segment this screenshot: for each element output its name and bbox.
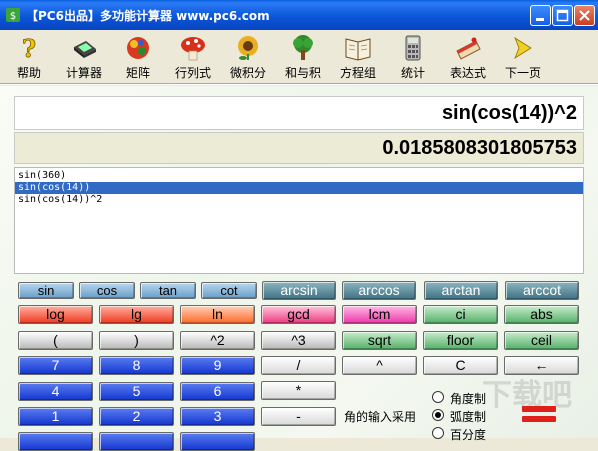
angle-mode-label: 角的输入采用 <box>344 410 417 424</box>
expression-icon <box>456 37 481 60</box>
toolbar-calculus[interactable]: 微积分 <box>221 33 275 81</box>
close-button[interactable] <box>574 5 595 26</box>
digit-1-button[interactable]: 1 <box>18 407 93 426</box>
toolbar-expression[interactable]: 表达式 <box>441 33 495 81</box>
expression-display[interactable]: sin(cos(14))^2 <box>14 96 584 130</box>
toolbar-next-page-label: 下一页 <box>504 66 541 80</box>
decimal-button[interactable] <box>99 432 174 451</box>
digit-0-button[interactable] <box>18 432 93 451</box>
toolbar-matrix-label: 矩阵 <box>125 66 150 80</box>
title-bar[interactable]: $ 【PC6出品】多功能计算器 www.pc6.com <box>0 0 598 30</box>
multiply-button[interactable]: * <box>261 381 336 400</box>
toolbar-expression-label: 表达式 <box>449 66 486 80</box>
close-icon <box>579 10 590 21</box>
toolbar-matrix[interactable]: 矩阵 <box>111 33 165 81</box>
cube-button[interactable]: ^3 <box>261 331 336 350</box>
digit-6-button[interactable]: 6 <box>180 382 255 401</box>
power-button[interactable]: ^ <box>342 356 417 375</box>
calculator-icon <box>74 41 96 58</box>
subtract-button[interactable]: - <box>261 407 336 426</box>
angle-radian-label[interactable]: 弧度制 <box>450 408 486 425</box>
matrix-icon <box>127 37 149 59</box>
toolbar-sum-product-label: 和与积 <box>284 66 321 80</box>
clear-button[interactable]: C <box>423 356 498 375</box>
next-page-icon <box>514 37 532 59</box>
svg-text:$: $ <box>10 11 16 22</box>
toolbar-next-page[interactable]: 下一页 <box>496 33 550 81</box>
digit-7-button[interactable]: 7 <box>18 356 93 375</box>
ln-button[interactable]: ln <box>180 305 255 324</box>
toolbar-help[interactable]: ? 帮助 <box>2 33 56 81</box>
arcsin-button[interactable]: arcsin <box>262 281 336 300</box>
arccot-button[interactable]: arccot <box>505 281 579 300</box>
angle-gradian-radio[interactable] <box>432 427 444 439</box>
maximize-icon <box>556 9 569 22</box>
percent-button[interactable] <box>180 432 255 451</box>
arctan-button[interactable]: arctan <box>424 281 498 300</box>
window-title: 【PC6出品】多功能计算器 www.pc6.com <box>26 9 270 23</box>
maximize-button[interactable] <box>552 5 573 26</box>
toolbar-divider <box>0 83 598 85</box>
svg-text:?: ? <box>22 35 36 61</box>
toolbar-calculator-label: 计算器 <box>65 66 102 80</box>
determinant-icon <box>181 37 205 61</box>
toolbar: ? 帮助 计算器 矩阵 行列式 微积分 和与积 方程组 统计 表达式 下一页 <box>0 30 598 82</box>
toolbar-statistics-label: 统计 <box>400 66 425 80</box>
toolbar-equations-label: 方程组 <box>339 66 376 80</box>
floor-button[interactable]: floor <box>423 331 498 350</box>
backspace-button[interactable]: ← <box>504 356 579 375</box>
digit-8-button[interactable]: 8 <box>99 356 174 375</box>
lcm-button[interactable]: lcm <box>342 305 417 324</box>
toolbar-calculus-label: 微积分 <box>229 66 266 80</box>
result-display: 0.0185808301805753 <box>14 132 584 164</box>
angle-degree-label[interactable]: 角度制 <box>450 390 486 407</box>
equations-icon <box>345 38 371 61</box>
ci-button[interactable]: ci <box>423 305 498 324</box>
toolbar-determinant[interactable]: 行列式 <box>166 33 220 81</box>
sqrt-button[interactable]: sqrt <box>342 331 417 350</box>
sum-product-icon <box>293 35 313 60</box>
square-button[interactable]: ^2 <box>180 331 255 350</box>
digit-9-button[interactable]: 9 <box>180 356 255 375</box>
digit-3-button[interactable]: 3 <box>180 407 255 426</box>
divide-button[interactable]: / <box>261 356 336 375</box>
statistics-icon <box>405 35 421 61</box>
angle-gradian-label[interactable]: 百分度 <box>450 426 486 443</box>
calculus-icon <box>238 36 258 60</box>
cot-button[interactable]: cot <box>201 282 257 299</box>
toolbar-statistics[interactable]: 统计 <box>386 33 440 81</box>
history-item[interactable]: sin(360) <box>15 170 583 182</box>
toolbar-equations[interactable]: 方程组 <box>331 33 385 81</box>
history-item[interactable]: sin(cos(14))^2 <box>15 194 583 206</box>
toolbar-calculator[interactable]: 计算器 <box>57 33 111 81</box>
gcd-button[interactable]: gcd <box>261 305 336 324</box>
tan-button[interactable]: tan <box>140 282 196 299</box>
ceil-button[interactable]: ceil <box>504 331 579 350</box>
close-paren-button[interactable]: ) <box>99 331 174 350</box>
cos-button[interactable]: cos <box>79 282 135 299</box>
digit-4-button[interactable]: 4 <box>18 382 93 401</box>
sin-button[interactable]: sin <box>18 282 74 299</box>
angle-degree-radio[interactable] <box>432 391 444 403</box>
minimize-icon <box>536 18 544 21</box>
open-paren-button[interactable]: ( <box>18 331 93 350</box>
log-button[interactable]: log <box>18 305 93 324</box>
lg-button[interactable]: lg <box>99 305 174 324</box>
digit-5-button[interactable]: 5 <box>99 382 174 401</box>
app-icon: $ <box>6 8 20 22</box>
arccos-button[interactable]: arccos <box>342 281 416 300</box>
history-list[interactable]: sin(360) sin(cos(14)) sin(cos(14))^2 <box>14 167 584 274</box>
angle-radian-radio[interactable] <box>432 409 444 421</box>
help-icon: ? <box>22 35 37 61</box>
history-item-selected[interactable]: sin(cos(14)) <box>15 182 583 194</box>
digit-2-button[interactable]: 2 <box>99 407 174 426</box>
toolbar-help-label: 帮助 <box>16 66 41 80</box>
toolbar-determinant-label: 行列式 <box>174 66 211 80</box>
abs-button[interactable]: abs <box>504 305 579 324</box>
equals-button[interactable] <box>520 404 558 424</box>
toolbar-sum-product[interactable]: 和与积 <box>276 33 330 81</box>
minimize-button[interactable] <box>530 5 551 26</box>
